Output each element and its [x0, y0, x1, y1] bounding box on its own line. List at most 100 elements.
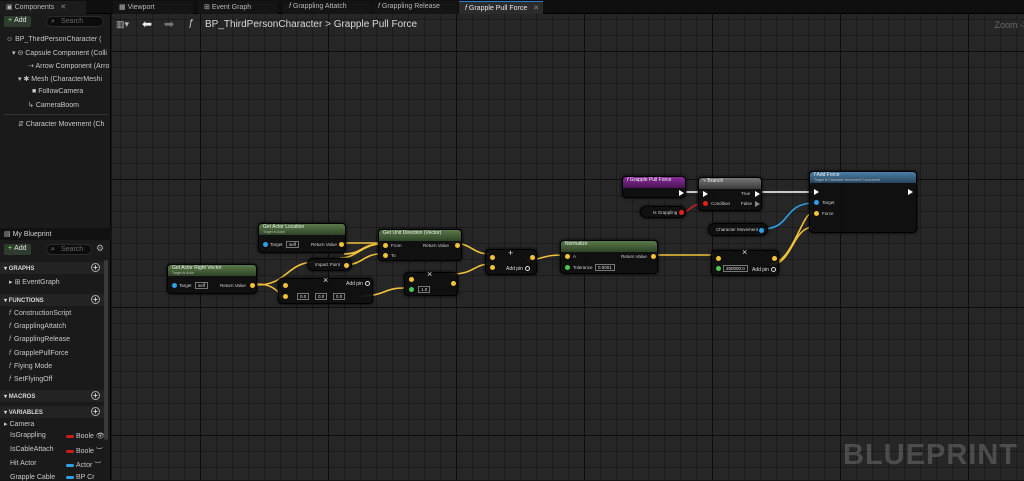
add-graph-icon[interactable]: +	[91, 263, 100, 272]
node-get-actor-location[interactable]: Get Actor Location Target is Actor Target…	[258, 223, 346, 253]
my-blueprint-add-button[interactable]: + Add	[4, 244, 31, 255]
add-function-icon[interactable]: +	[91, 295, 100, 304]
tolerance-field[interactable]: 0.0001	[595, 264, 615, 271]
graphs-section-header[interactable]: ▾ GRAPHS +	[0, 262, 104, 274]
target-pin[interactable]	[172, 283, 177, 288]
close-icon[interactable]: ✕	[533, 5, 539, 12]
add-pin-button[interactable]: Add pin	[346, 281, 370, 287]
tab-grapple-pull-force[interactable]: f Grapple Pull Force ✕	[459, 1, 543, 14]
tab-grappling-attatch[interactable]: f Grappling Attatch	[283, 1, 371, 14]
components-search-input[interactable]: ⌕ Search	[46, 16, 104, 27]
a-pin[interactable]	[565, 254, 570, 259]
tree-item-capsule[interactable]: ▾ ⊝ Capsule Component (Colli	[12, 49, 110, 57]
node-normalize[interactable]: Normalize A Tolerance 0.0001 Return Valu…	[560, 240, 658, 274]
add-macro-icon[interactable]: +	[91, 391, 100, 400]
character-movement-pin[interactable]	[759, 228, 764, 233]
exec-true-pin[interactable]	[755, 191, 760, 197]
my-blueprint-search-input[interactable]: ⌕ Search	[46, 244, 92, 255]
input-pin[interactable]	[490, 265, 495, 270]
tree-item-camera-boom[interactable]: ↳ CameraBoom	[28, 101, 110, 109]
function-item[interactable]: f GrapplingRelease	[9, 336, 70, 343]
node-character-movement[interactable]: Character Movement	[708, 223, 768, 236]
input-pin[interactable]	[283, 283, 288, 288]
tree-item-follow-camera[interactable]: ■ FollowCamera	[32, 88, 110, 95]
node-impact-point[interactable]: Impact Point	[307, 258, 352, 271]
exec-in-pin[interactable]	[814, 189, 819, 195]
node-add-vectors[interactable]: + Add pin	[485, 248, 537, 275]
return-value-pin[interactable]	[651, 254, 656, 259]
components-add-button[interactable]: + Add	[4, 16, 31, 27]
input-pin[interactable]	[409, 277, 414, 282]
input-pin[interactable]	[716, 256, 721, 261]
add-pin-button[interactable]: Add pin	[506, 266, 530, 272]
variable-category-camera[interactable]: ▸ Camera	[4, 420, 34, 428]
from-pin[interactable]	[383, 243, 388, 248]
tolerance-pin[interactable]	[565, 265, 570, 270]
exec-false-pin[interactable]	[755, 201, 760, 207]
tab-event-graph[interactable]: ⊞ Event Graph	[198, 1, 278, 14]
scrollbar[interactable]	[104, 260, 108, 440]
return-value-pin[interactable]	[455, 243, 460, 248]
gear-icon[interactable]: ⚙	[96, 243, 104, 254]
node-function-entry[interactable]: f Grapple Pull Force	[622, 176, 686, 198]
close-icon[interactable]: ✕	[60, 4, 66, 11]
variable-row[interactable]: IsGrappling Boole 👁	[10, 432, 105, 440]
function-item[interactable]: f GrapplingAttatch	[9, 323, 66, 330]
add-variable-icon[interactable]: +	[91, 407, 100, 416]
impact-point-pin[interactable]	[344, 263, 349, 268]
variable-row[interactable]: IsCableAttach Boole ︶	[10, 446, 104, 455]
exec-in-pin[interactable]	[703, 191, 708, 197]
function-item[interactable]: f ConstructionScript	[9, 310, 71, 317]
function-item[interactable]: f GrapplePullForce	[9, 350, 68, 357]
float-pin[interactable]	[409, 287, 414, 292]
vector-z-field[interactable]: 0.0	[333, 293, 346, 300]
eye-closed-icon[interactable]: ︶	[94, 462, 101, 469]
tab-grappling-release[interactable]: f Grappling Release	[372, 1, 458, 14]
exec-out-pin[interactable]	[679, 190, 684, 196]
function-item[interactable]: f Flying Mode	[9, 363, 52, 370]
input-pin[interactable]	[283, 294, 288, 299]
eye-closed-icon[interactable]: ︶	[96, 448, 103, 455]
is-grappling-pin[interactable]	[679, 210, 684, 215]
tree-item-mesh[interactable]: ▾ ✱ Mesh (CharacterMeshi	[18, 75, 110, 83]
add-pin-button[interactable]: Add pin	[752, 267, 776, 273]
to-pin[interactable]	[383, 253, 388, 258]
function-item[interactable]: f SetFlyingOff	[9, 376, 52, 383]
tab-components[interactable]: ▣ Components ✕	[0, 1, 86, 14]
self-value[interactable]: self	[195, 282, 209, 289]
node-branch[interactable]: ⑂ Branch Condition True False	[698, 177, 762, 211]
tab-viewport[interactable]: ▦ Viewport	[113, 1, 193, 14]
node-is-grappling[interactable]: Is Grappling	[640, 206, 686, 218]
variable-row[interactable]: Hit Actor Actor ︶	[10, 460, 104, 469]
target-pin[interactable]	[814, 200, 819, 205]
node-get-unit-direction[interactable]: Get Unit Direction (Vector) From To Retu…	[378, 229, 462, 261]
float-pin[interactable]	[716, 266, 721, 271]
graph-canvas[interactable]: ▥▾ ⬅ ➡ ƒ BP_ThirdPersonCharacter > Grapp…	[112, 14, 1024, 480]
output-pin[interactable]	[530, 255, 535, 260]
tree-item-character-movement[interactable]: ⇵ Character Movement (Ch	[18, 120, 110, 128]
input-pin[interactable]	[490, 255, 495, 260]
condition-pin[interactable]	[703, 201, 708, 206]
node-multiply-force[interactable]: × 250000.0 Add pin	[711, 247, 779, 276]
node-vector-multiply[interactable]: × 0.0 0.0 0.0 Add pin	[278, 275, 373, 304]
output-pin[interactable]	[451, 281, 456, 286]
return-value-pin[interactable]	[339, 242, 344, 247]
functions-section-header[interactable]: ▾ FUNCTIONS +	[0, 294, 104, 306]
exec-out-pin[interactable]	[908, 189, 913, 195]
target-pin[interactable]	[263, 242, 268, 247]
float-value-field[interactable]: 1.0	[418, 286, 431, 293]
tree-item-root[interactable]: ☺ BP_ThirdPersonCharacter (	[6, 36, 110, 43]
graph-item-eventgraph[interactable]: ▸ ⊞ EventGraph	[9, 278, 60, 286]
vector-y-field[interactable]: 0.0	[315, 293, 328, 300]
force-value-field[interactable]: 250000.0	[723, 265, 748, 272]
node-multiply-float[interactable]: × 1.0	[404, 269, 458, 296]
output-pin[interactable]	[772, 256, 777, 261]
self-value[interactable]: self	[286, 241, 300, 248]
node-add-force[interactable]: f Add Force Target is Character Movement …	[809, 171, 917, 233]
vector-x-field[interactable]: 0.0	[297, 293, 310, 300]
return-value-pin[interactable]	[250, 283, 255, 288]
variables-section-header[interactable]: ▾ VARIABLES +	[0, 406, 104, 418]
tree-item-arrow[interactable]: ⇢ Arrow Component (Arro	[28, 62, 110, 70]
node-get-actor-right-vector[interactable]: Get Actor Right Vector Target is Actor Ta…	[167, 264, 257, 294]
macros-section-header[interactable]: ▾ MACROS +	[0, 390, 104, 402]
